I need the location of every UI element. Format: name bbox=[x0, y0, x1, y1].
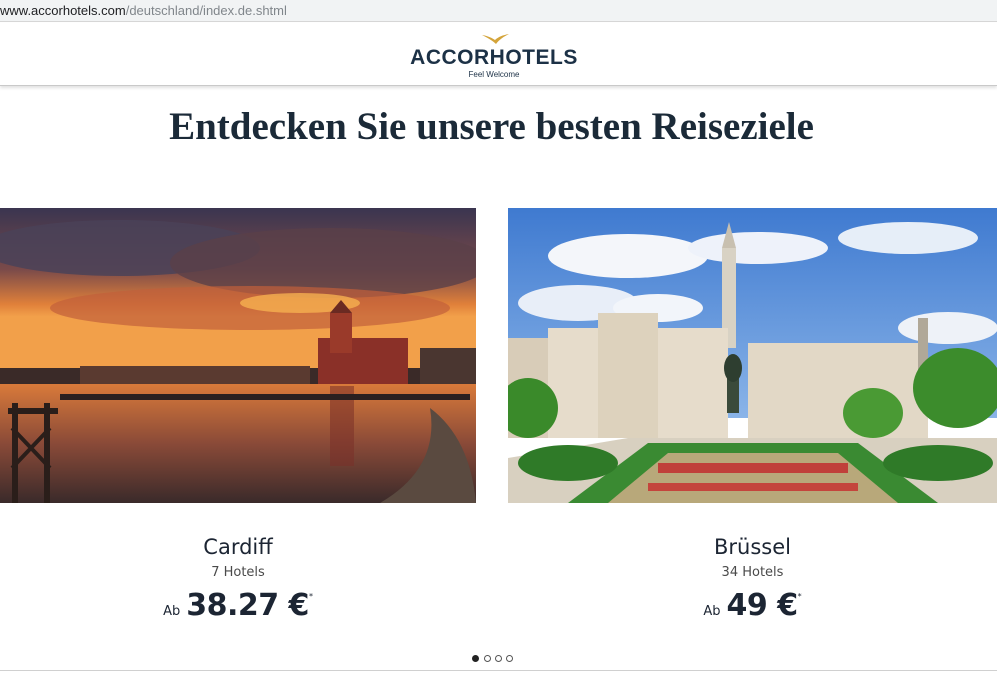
url-host: www.accorhotels.com bbox=[0, 3, 126, 18]
url-path: /deutschland/index.de.shtml bbox=[125, 3, 287, 18]
logo-wordmark: ACCORHOTELS bbox=[410, 46, 578, 69]
destination-name: Brüssel bbox=[714, 535, 791, 559]
carousel-dot-3[interactable] bbox=[495, 655, 502, 662]
brussel-photo bbox=[508, 208, 997, 503]
price-row: Ab 38.27 €* bbox=[0, 588, 476, 623]
price-value: 49 € bbox=[726, 588, 799, 623]
destination-name: Cardiff bbox=[203, 535, 273, 559]
price-value: 38.27 € bbox=[186, 588, 309, 623]
price-prefix: Ab bbox=[163, 604, 181, 619]
carousel-dot-1[interactable] bbox=[472, 655, 479, 662]
destination-card-brussel[interactable]: Brüssel 34 Hotels Ab 49 €* bbox=[508, 208, 997, 623]
page-headline: Entdecken Sie unsere besten Reiseziele bbox=[169, 105, 814, 148]
carousel-pagination bbox=[472, 655, 516, 663]
price-row: Ab 49 €* bbox=[508, 588, 997, 623]
logo-tagline: Feel Welcome bbox=[468, 70, 520, 79]
site-header: ACCORHOTELS Feel Welcome bbox=[0, 23, 997, 86]
divider bbox=[0, 670, 997, 671]
destination-card-cardiff[interactable]: Cardiff 7 Hotels Ab 38.27 €* bbox=[0, 208, 476, 623]
price-prefix: Ab bbox=[703, 604, 721, 619]
cardiff-photo bbox=[0, 208, 476, 503]
accorhotels-logo[interactable]: ACCORHOTELS Feel Welcome bbox=[407, 30, 581, 82]
carousel-dot-2[interactable] bbox=[484, 655, 491, 662]
hotel-count: 34 Hotels bbox=[721, 565, 784, 580]
carousel-dot-4[interactable] bbox=[506, 655, 513, 662]
price-footnote-mark: * bbox=[797, 592, 802, 601]
browser-url-bar[interactable]: www.accorhotels.com/deutschland/index.de… bbox=[0, 0, 997, 22]
hotel-count: 7 Hotels bbox=[211, 565, 265, 580]
bird-logo-icon bbox=[482, 34, 509, 44]
url-text[interactable]: www.accorhotels.com/deutschland/index.de… bbox=[0, 3, 287, 18]
price-footnote-mark: * bbox=[308, 592, 313, 601]
